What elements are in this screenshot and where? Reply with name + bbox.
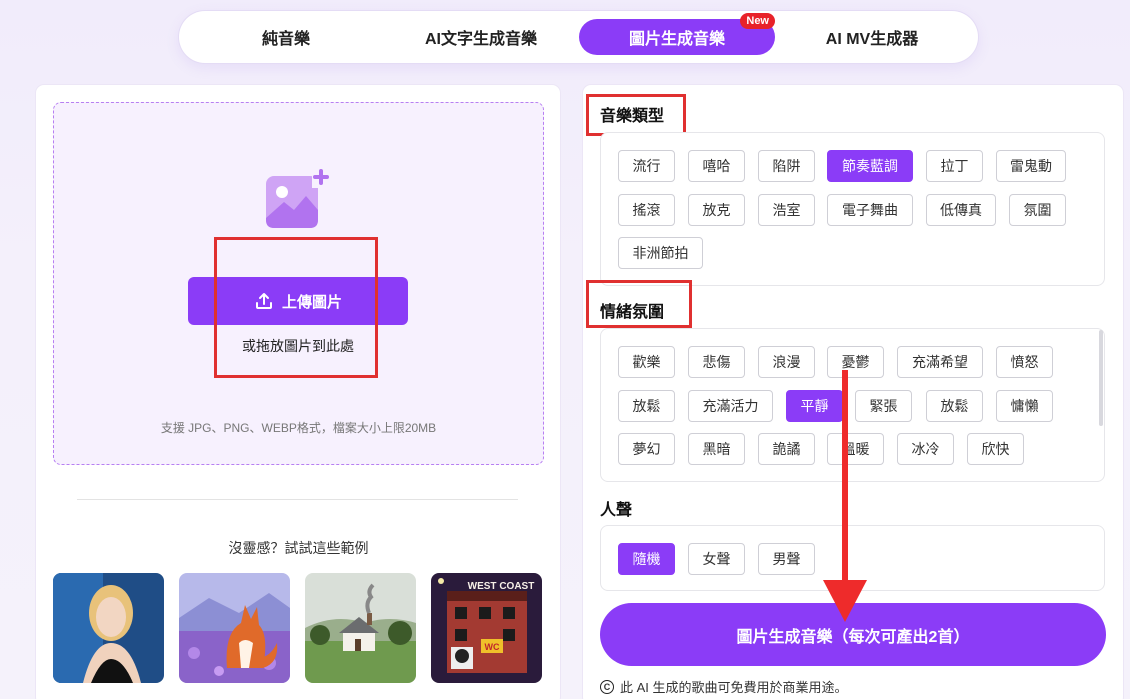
mood-chip[interactable]: 夢幻 bbox=[618, 433, 675, 465]
mode-tab-bar: 純音樂 AI文字生成音樂 圖片生成音樂 New AI MV生成器 bbox=[179, 11, 978, 63]
wc-tag: WC bbox=[485, 642, 500, 652]
tab-ai-mv-generator[interactable]: AI MV生成器 bbox=[799, 19, 945, 55]
genre-chip[interactable]: 嘻哈 bbox=[688, 150, 745, 182]
mood-chip[interactable]: 充滿希望 bbox=[897, 346, 983, 378]
image-plus-icon bbox=[266, 166, 332, 228]
west-coast-sign: WEST COAST bbox=[468, 581, 535, 592]
mood-chip[interactable]: 欣快 bbox=[967, 433, 1024, 465]
tab-label: 純音樂 bbox=[261, 31, 310, 48]
down-arrow-annotation bbox=[823, 370, 867, 622]
highlight-box-upload bbox=[214, 237, 378, 378]
supported-formats-note: 支援 JPG、PNG、WEBP格式，檔案大小上限20MB bbox=[160, 421, 437, 435]
footer-note-text: 此 AI 生成的歌曲可免費用於商業用途。 bbox=[620, 680, 848, 695]
example-thumb-portrait[interactable] bbox=[53, 573, 164, 683]
commercial-use-note: C 此 AI 生成的歌曲可免費用於商業用途。 bbox=[600, 677, 848, 696]
mood-chip[interactable]: 憤怒 bbox=[996, 346, 1053, 378]
tab-label: 圖片生成音樂 bbox=[628, 31, 725, 48]
example-thumb-house[interactable] bbox=[305, 573, 416, 683]
mood-chip[interactable]: 慵懶 bbox=[996, 390, 1053, 422]
copyright-icon: C bbox=[600, 679, 614, 694]
divider bbox=[77, 499, 518, 500]
mood-chip[interactable]: 歡樂 bbox=[618, 346, 675, 378]
new-badge: New bbox=[740, 13, 775, 29]
tab-label: AI文字生成音樂 bbox=[424, 31, 537, 48]
mood-chip[interactable]: 冰冷 bbox=[897, 433, 954, 465]
mood-scrollbar[interactable] bbox=[1099, 330, 1103, 426]
genre-chip[interactable]: 搖滾 bbox=[618, 194, 675, 226]
genre-chip[interactable]: 雷鬼動 bbox=[996, 150, 1066, 182]
mood-chip[interactable]: 悲傷 bbox=[688, 346, 745, 378]
genre-chip[interactable]: 流行 bbox=[618, 150, 675, 182]
genre-chip[interactable]: 陷阱 bbox=[758, 150, 815, 182]
mood-chip[interactable]: 浪漫 bbox=[758, 346, 815, 378]
genre-chip[interactable]: 電子舞曲 bbox=[827, 194, 913, 226]
genre-chip[interactable]: 節奏藍調 bbox=[827, 150, 913, 182]
vocal-chip[interactable]: 女聲 bbox=[688, 543, 745, 575]
mood-chip[interactable]: 充滿活力 bbox=[688, 390, 773, 422]
vocal-section-title: 人聲 bbox=[600, 502, 633, 519]
tab-text-to-music[interactable]: AI文字生成音樂 bbox=[409, 19, 553, 55]
genre-chip[interactable]: 浩室 bbox=[758, 194, 815, 226]
genre-chip[interactable]: 氛圍 bbox=[1009, 194, 1066, 226]
genre-chip[interactable]: 低傳真 bbox=[926, 194, 996, 226]
mood-chip[interactable]: 詭譎 bbox=[758, 433, 815, 465]
tab-pure-music[interactable]: 純音樂 bbox=[219, 19, 353, 55]
highlight-box-mood bbox=[586, 280, 692, 328]
vocal-chip[interactable]: 男聲 bbox=[758, 543, 815, 575]
vocal-chip[interactable]: 隨機 bbox=[618, 543, 675, 575]
mood-chip[interactable]: 放鬆 bbox=[926, 390, 983, 422]
highlight-box-genre bbox=[586, 94, 686, 136]
example-thumb-fox[interactable] bbox=[179, 573, 290, 683]
tab-label: AI MV生成器 bbox=[825, 31, 919, 48]
example-thumb-west-coast[interactable]: WC WEST COAST bbox=[431, 573, 542, 683]
genre-chip[interactable]: 非洲節拍 bbox=[618, 237, 703, 269]
examples-title: 沒靈感？試試這些範例 bbox=[228, 540, 369, 556]
tab-image-to-music[interactable]: 圖片生成音樂 New bbox=[579, 13, 775, 55]
mood-chip[interactable]: 放鬆 bbox=[618, 390, 675, 422]
genre-chip[interactable]: 拉丁 bbox=[926, 150, 983, 182]
genre-chip[interactable]: 放克 bbox=[688, 194, 745, 226]
generate-button-label: 圖片生成音樂（每次可產出2首） bbox=[736, 628, 970, 646]
mood-chip[interactable]: 黑暗 bbox=[688, 433, 745, 465]
